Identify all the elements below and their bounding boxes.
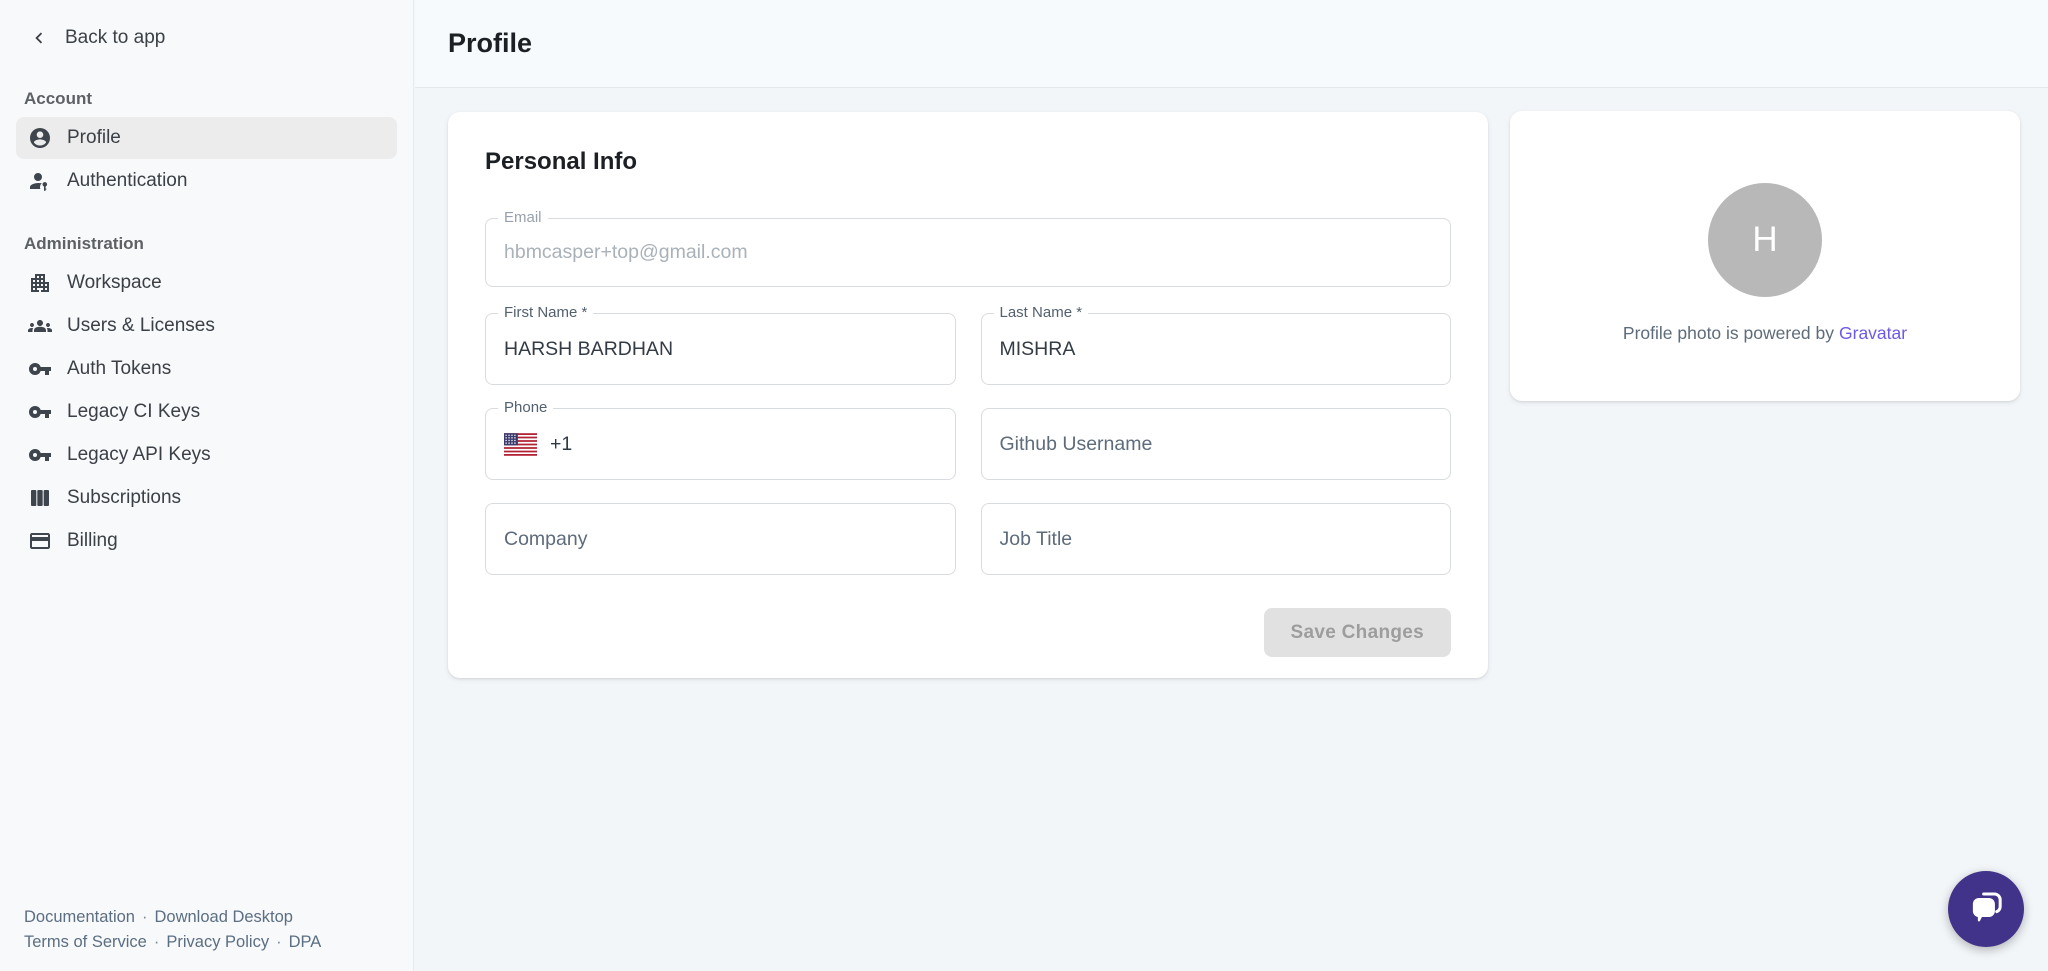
sidebar-item-subscriptions[interactable]: Subscriptions (16, 477, 397, 519)
gravatar-card: H Profile photo is powered byGravatar (1510, 111, 2020, 401)
footer-link-download-desktop[interactable]: Download Desktop (154, 908, 293, 926)
gravatar-caption-text: Profile photo is powered by (1623, 323, 1834, 343)
footer-separator: · (276, 933, 282, 951)
company-job-row (485, 503, 1451, 575)
email-input (504, 241, 1432, 264)
footer-link-privacy[interactable]: Privacy Policy (166, 933, 269, 951)
main-area: Profile Personal Info Email First Name *… (415, 0, 2048, 971)
key-icon (28, 443, 52, 467)
page-header: Profile (415, 0, 2048, 88)
email-label: Email (498, 209, 548, 226)
first-name-label: First Name * (498, 304, 593, 321)
sidebar-item-label: Billing (67, 530, 118, 552)
sidebar-item-legacy-api-keys[interactable]: Legacy API Keys (16, 434, 397, 476)
person-key-icon (28, 169, 52, 193)
sidebar: Back to app Account Profile Authenticati… (0, 0, 414, 971)
person-circle-icon (28, 126, 52, 150)
phone-label: Phone (498, 399, 553, 416)
phone-field: Phone +1 (485, 408, 956, 480)
sidebar-item-auth-tokens[interactable]: Auth Tokens (16, 348, 397, 390)
sidebar-item-authentication[interactable]: Authentication (16, 160, 397, 202)
github-username-field (981, 408, 1452, 480)
personal-info-card: Personal Info Email First Name * Last Na… (448, 112, 1488, 678)
footer-separator: · (142, 908, 148, 926)
personal-info-title: Personal Info (485, 148, 1451, 176)
page-title: Profile (448, 28, 532, 59)
sidebar-item-workspace[interactable]: Workspace (16, 262, 397, 304)
first-name-input[interactable] (504, 338, 937, 361)
sidebar-item-label: Legacy CI Keys (67, 401, 200, 423)
job-title-input[interactable] (1000, 528, 1433, 551)
form-actions: Save Changes (485, 608, 1451, 657)
sidebar-footer: Documentation · Download Desktop Terms of … (24, 905, 321, 955)
key-icon (28, 357, 52, 381)
gravatar-caption: Profile photo is powered byGravatar (1510, 323, 2020, 344)
credit-card-icon (28, 529, 52, 553)
last-name-input[interactable] (1000, 338, 1433, 361)
us-flag-icon[interactable] (504, 433, 537, 456)
footer-link-dpa[interactable]: DPA (289, 933, 322, 951)
sidebar-item-label: Auth Tokens (67, 358, 171, 380)
footer-link-terms[interactable]: Terms of Service (24, 933, 147, 951)
sidebar-item-label: Profile (67, 127, 121, 149)
key-icon (28, 400, 52, 424)
sidebar-item-label: Legacy API Keys (67, 444, 211, 466)
name-row: First Name * Last Name * (485, 313, 1451, 385)
chevron-left-icon (28, 27, 50, 49)
back-to-app-button[interactable]: Back to app (0, 0, 413, 49)
sidebar-item-profile[interactable]: Profile (16, 117, 397, 159)
sidebar-item-billing[interactable]: Billing (16, 520, 397, 562)
company-field (485, 503, 956, 575)
email-field: Email (485, 218, 1451, 287)
groups-icon (28, 314, 52, 338)
last-name-label: Last Name * (994, 304, 1089, 321)
columns-icon (28, 486, 52, 510)
company-input[interactable] (504, 528, 937, 551)
section-title-administration: Administration (24, 234, 389, 254)
first-name-field: First Name * (485, 313, 956, 385)
sidebar-item-label: Workspace (67, 272, 162, 294)
back-to-app-label: Back to app (65, 27, 165, 49)
save-changes-button[interactable]: Save Changes (1264, 608, 1452, 657)
footer-row-2: Terms of Service · Privacy Policy · DPA (24, 930, 321, 955)
personal-info-form: Email First Name * Last Name * Phone (485, 218, 1451, 657)
sidebar-item-legacy-ci-keys[interactable]: Legacy CI Keys (16, 391, 397, 433)
phone-github-row: Phone +1 (485, 408, 1451, 480)
avatar: H (1708, 183, 1822, 297)
sidebar-item-label: Authentication (67, 170, 187, 192)
dial-code: +1 (550, 433, 572, 456)
chat-widget-button[interactable] (1948, 871, 2024, 947)
sidebar-item-label: Subscriptions (67, 487, 181, 509)
section-title-account: Account (24, 89, 389, 109)
footer-link-documentation[interactable]: Documentation (24, 908, 135, 926)
last-name-field: Last Name * (981, 313, 1452, 385)
sidebar-item-users-licenses[interactable]: Users & Licenses (16, 305, 397, 347)
gravatar-link[interactable]: Gravatar (1839, 323, 1907, 343)
phone-input[interactable] (582, 433, 936, 456)
footer-separator: · (154, 933, 160, 951)
sidebar-item-label: Users & Licenses (67, 315, 215, 337)
footer-row-1: Documentation · Download Desktop (24, 905, 321, 930)
github-username-input[interactable] (1000, 433, 1433, 456)
chat-bubble-icon (1965, 888, 2007, 930)
job-title-field (981, 503, 1452, 575)
building-icon (28, 271, 52, 295)
